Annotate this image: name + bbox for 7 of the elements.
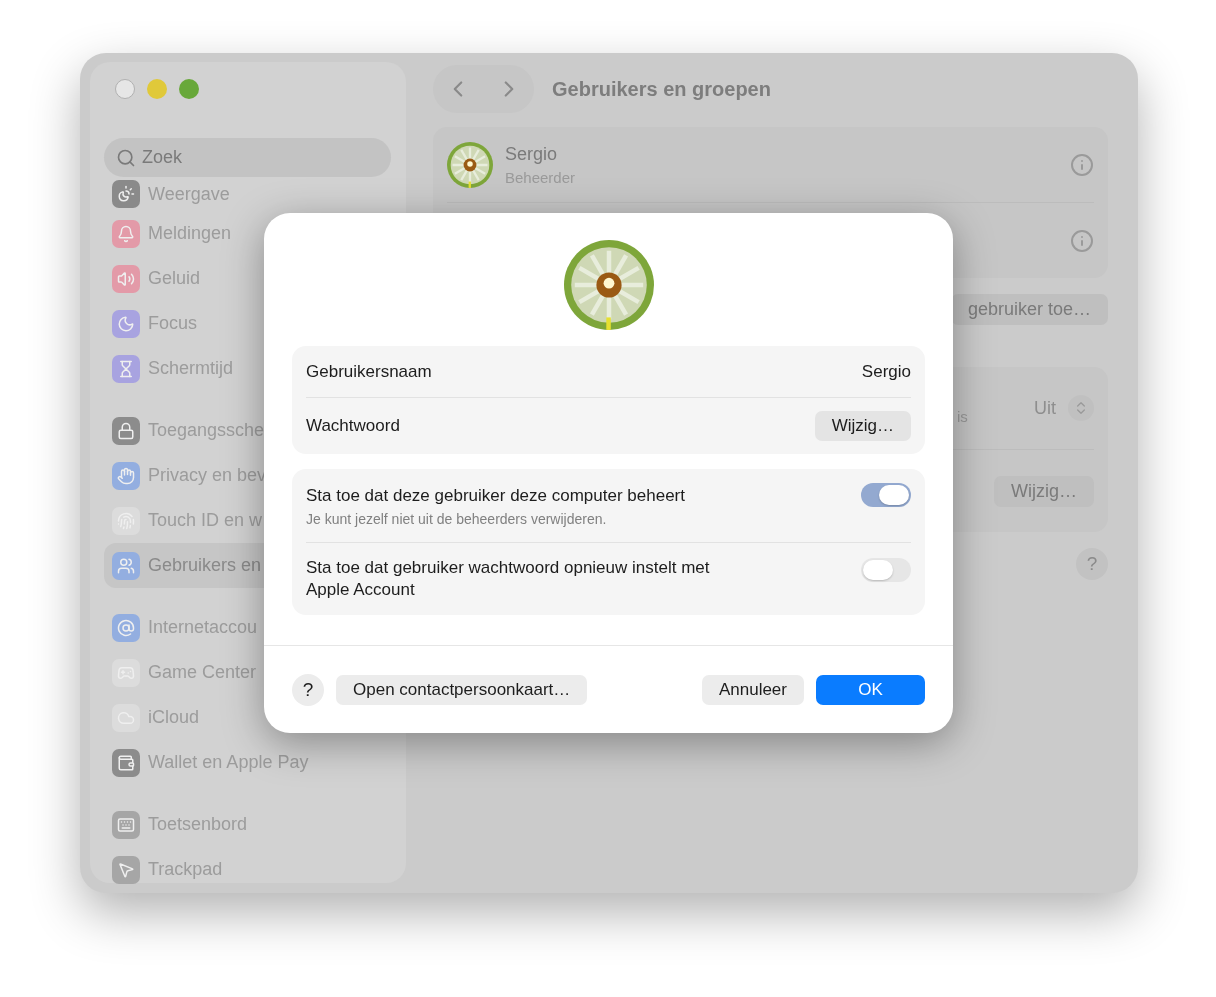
field-label: Wachtwoord [306, 416, 400, 436]
field-label: Gebruikersnaam [306, 361, 432, 382]
toggle-label: Sta toe dat deze gebruiker deze computer beheert [306, 484, 685, 507]
window-title: Gebruikers en groepen [552, 77, 771, 101]
toggle-note: Je kunt jezelf niet uit de beheerders verwijderen. [306, 510, 608, 527]
user-name: Sergio [505, 143, 559, 165]
field-value: Sergio [861, 361, 911, 382]
